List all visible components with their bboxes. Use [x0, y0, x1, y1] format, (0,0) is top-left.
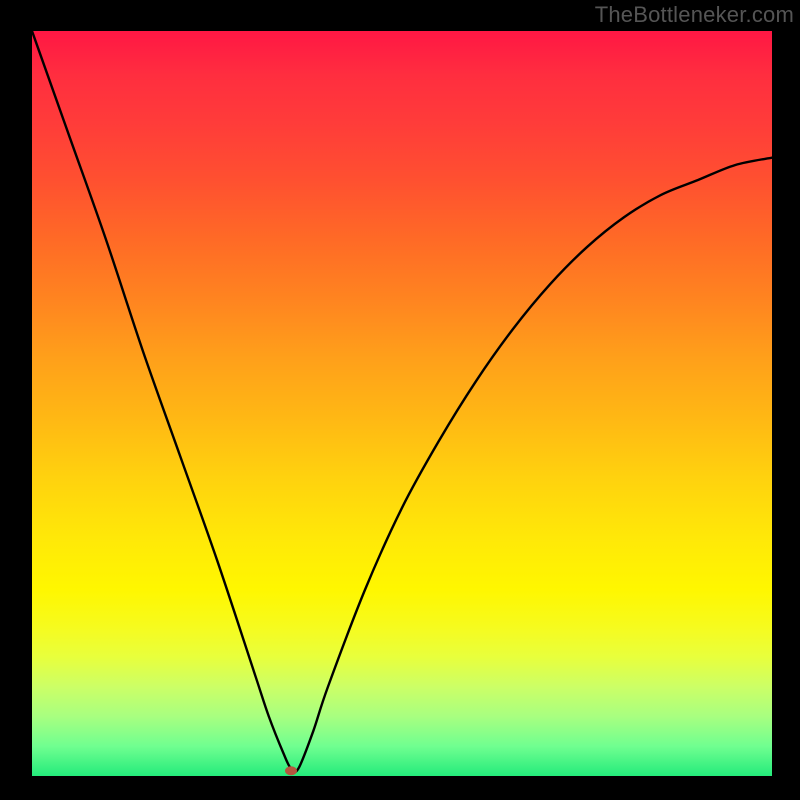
watermark-label: TheBottleneker.com: [595, 2, 794, 28]
plot-area: [32, 31, 772, 776]
chart-frame: TheBottleneker.com: [0, 0, 800, 800]
bottleneck-curve: [32, 31, 772, 776]
